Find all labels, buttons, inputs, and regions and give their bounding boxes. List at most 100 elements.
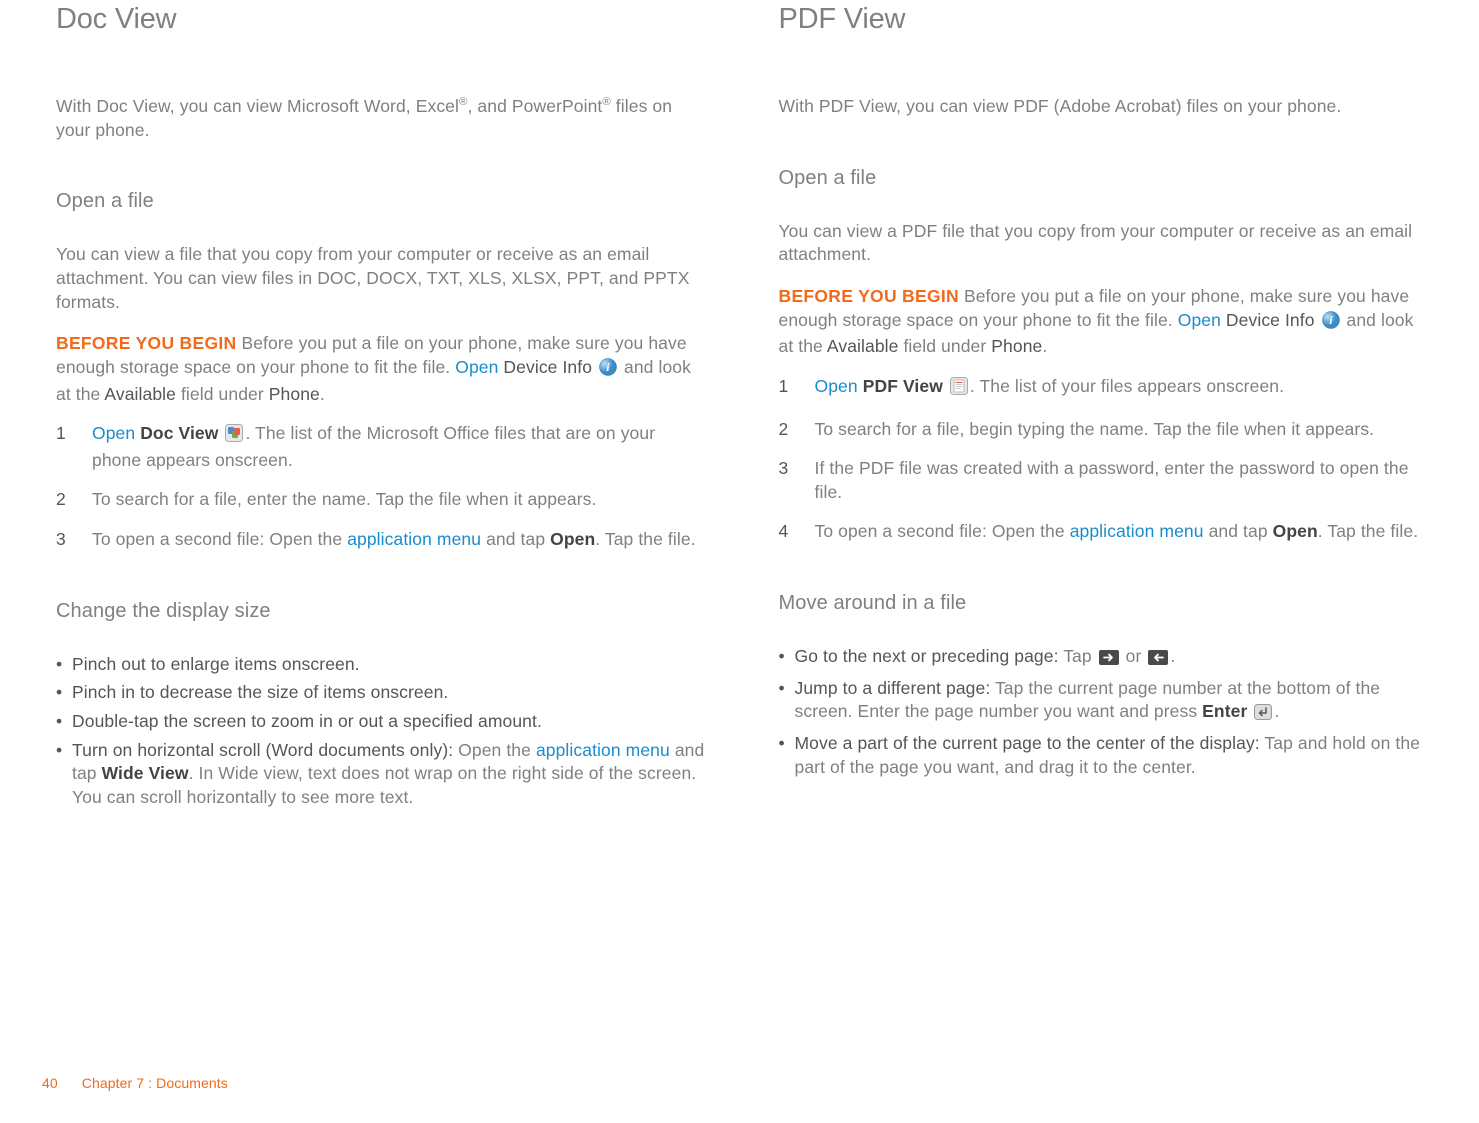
before-text-3: field under: [899, 336, 992, 356]
text: .: [1274, 701, 1279, 721]
doc-view-section: Doc View With Doc View, you can view Mic…: [56, 0, 709, 814]
open-link[interactable]: Open: [815, 376, 858, 396]
open-link[interactable]: Open: [1178, 310, 1221, 330]
step-text: and tap: [481, 529, 550, 549]
wide-view-bold: Wide View: [102, 763, 189, 783]
step-text: To open a second file: Open the: [815, 521, 1070, 541]
period: .: [1042, 336, 1047, 356]
step-body: To search for a file, enter the name. Ta…: [92, 488, 709, 512]
device-info-text: Device Info: [1226, 310, 1315, 330]
bullet-lead: Jump to a different page:: [795, 678, 995, 698]
open-bold: Open: [550, 529, 595, 549]
pdf-view-section: PDF View With PDF View, you can view PDF…: [779, 0, 1432, 814]
step-number: 3: [56, 528, 92, 552]
bullet-text: Double-tap the screen to zoom in or out …: [72, 710, 709, 734]
device-info-icon: i: [1322, 311, 1340, 336]
move-bullets: Go to the next or preceding page: Tap or…: [779, 645, 1432, 779]
pdf-view-intro: With PDF View, you can view PDF (Adobe A…: [779, 95, 1432, 119]
bullet-text: Pinch out to enlarge items onscreen.: [72, 653, 709, 677]
bullet-text: Pinch in to decrease the size of items o…: [72, 681, 709, 705]
open-file-heading: Open a file: [56, 188, 709, 215]
step-number: 1: [56, 422, 92, 472]
pdf-view-bold: PDF View: [863, 376, 943, 396]
step-text: To open a second file: Open the: [92, 529, 347, 549]
available-text: Available: [104, 384, 176, 404]
doc-view-intro: With Doc View, you can view Microsoft Wo…: [56, 95, 709, 142]
text: .: [1170, 646, 1175, 666]
bullet-text: Go to the next or preceding page: Tap or…: [795, 645, 1432, 672]
list-item: Pinch in to decrease the size of items o…: [56, 681, 709, 705]
reg-mark: ®: [602, 96, 610, 108]
list-item: Pinch out to enlarge items onscreen.: [56, 653, 709, 677]
doc-view-bold: Doc View: [140, 423, 218, 443]
enter-bold: Enter: [1202, 701, 1247, 721]
open-file-desc: You can view a file that you copy from y…: [56, 243, 709, 314]
text: or: [1121, 646, 1147, 666]
bullet-lead: Turn on horizontal scroll (Word document…: [72, 740, 458, 760]
chapter-label: Chapter 7 : Documents: [82, 1075, 228, 1091]
step-1: 1 Open Doc View . The list of the Micros…: [56, 422, 709, 472]
step-body: To open a second file: Open the applicat…: [815, 520, 1432, 544]
step-2: 2 To search for a file, begin typing the…: [779, 418, 1432, 442]
steps-list: 1 Open Doc View . The list of the Micros…: [56, 422, 709, 552]
text: Tap: [1063, 646, 1096, 666]
bullet-text: Turn on horizontal scroll (Word document…: [72, 739, 709, 810]
bullet-text: Jump to a different page: Tap the curren…: [795, 677, 1432, 727]
open-file-heading: Open a file: [779, 165, 1432, 192]
step-body: To open a second file: Open the applicat…: [92, 528, 709, 552]
enter-key-icon: [1254, 703, 1272, 727]
move-around-heading: Move around in a file: [779, 590, 1432, 617]
app-menu-link[interactable]: application menu: [536, 740, 670, 760]
svg-text:i: i: [1329, 313, 1333, 327]
before-you-begin-para: BEFORE YOU BEGIN Before you put a file o…: [779, 285, 1432, 359]
step-3: 3 To open a second file: Open the applic…: [56, 528, 709, 552]
bullet-lead: Move a part of the current page to the c…: [795, 733, 1265, 753]
change-display-heading: Change the display size: [56, 598, 709, 625]
list-item: Turn on horizontal scroll (Word document…: [56, 739, 709, 810]
open-link[interactable]: Open: [92, 423, 135, 443]
list-item: Move a part of the current page to the c…: [779, 732, 1432, 779]
intro-text-2: , and PowerPoint: [467, 96, 602, 116]
device-info-text: Device Info: [503, 357, 592, 377]
step-2: 2 To search for a file, enter the name. …: [56, 488, 709, 512]
app-menu-link[interactable]: application menu: [347, 529, 481, 549]
open-file-desc: You can view a PDF file that you copy fr…: [779, 220, 1432, 267]
before-text-3: field under: [176, 384, 269, 404]
step-4: 4 To open a second file: Open the applic…: [779, 520, 1432, 544]
step-body: Open PDF View . The list of your files a…: [815, 375, 1432, 402]
steps-list: 1 Open PDF View . The list of your files…: [779, 375, 1432, 544]
step-number: 2: [779, 418, 815, 442]
step-body: If the PDF file was created with a passw…: [815, 457, 1432, 504]
intro-text-1: With Doc View, you can view Microsoft Wo…: [56, 96, 459, 116]
step-number: 3: [779, 457, 815, 504]
pdf-view-icon: [950, 377, 968, 402]
step-3: 3 If the PDF file was created with a pas…: [779, 457, 1432, 504]
page-number: 40: [42, 1075, 58, 1091]
text: Open the: [458, 740, 536, 760]
bullet-lead: Go to the next or preceding page:: [795, 646, 1064, 666]
arrow-left-icon: [1148, 648, 1168, 672]
open-bold: Open: [1273, 521, 1318, 541]
step-text: . Tap the file.: [595, 529, 695, 549]
pdf-view-title: PDF View: [779, 0, 1432, 39]
open-link[interactable]: Open: [455, 357, 498, 377]
step-body: Open Doc View . The list of the Microsof…: [92, 422, 709, 472]
arrow-right-icon: [1099, 648, 1119, 672]
doc-view-icon: [225, 424, 243, 449]
phone-text: Phone: [269, 384, 320, 404]
step-1: 1 Open PDF View . The list of your files…: [779, 375, 1432, 402]
list-item: Go to the next or preceding page: Tap or…: [779, 645, 1432, 672]
available-text: Available: [827, 336, 899, 356]
step-text: and tap: [1204, 521, 1273, 541]
step-text: . Tap the file.: [1318, 521, 1418, 541]
step-text: . The list of your files appears onscree…: [970, 376, 1284, 396]
app-menu-link[interactable]: application menu: [1070, 521, 1204, 541]
period: .: [320, 384, 325, 404]
step-number: 4: [779, 520, 815, 544]
step-body: To search for a file, begin typing the n…: [815, 418, 1432, 442]
step-number: 1: [779, 375, 815, 402]
doc-view-title: Doc View: [56, 0, 709, 39]
step-number: 2: [56, 488, 92, 512]
page-footer: 40 Chapter 7 : Documents: [42, 1074, 228, 1093]
before-label: BEFORE YOU BEGIN: [779, 286, 959, 306]
